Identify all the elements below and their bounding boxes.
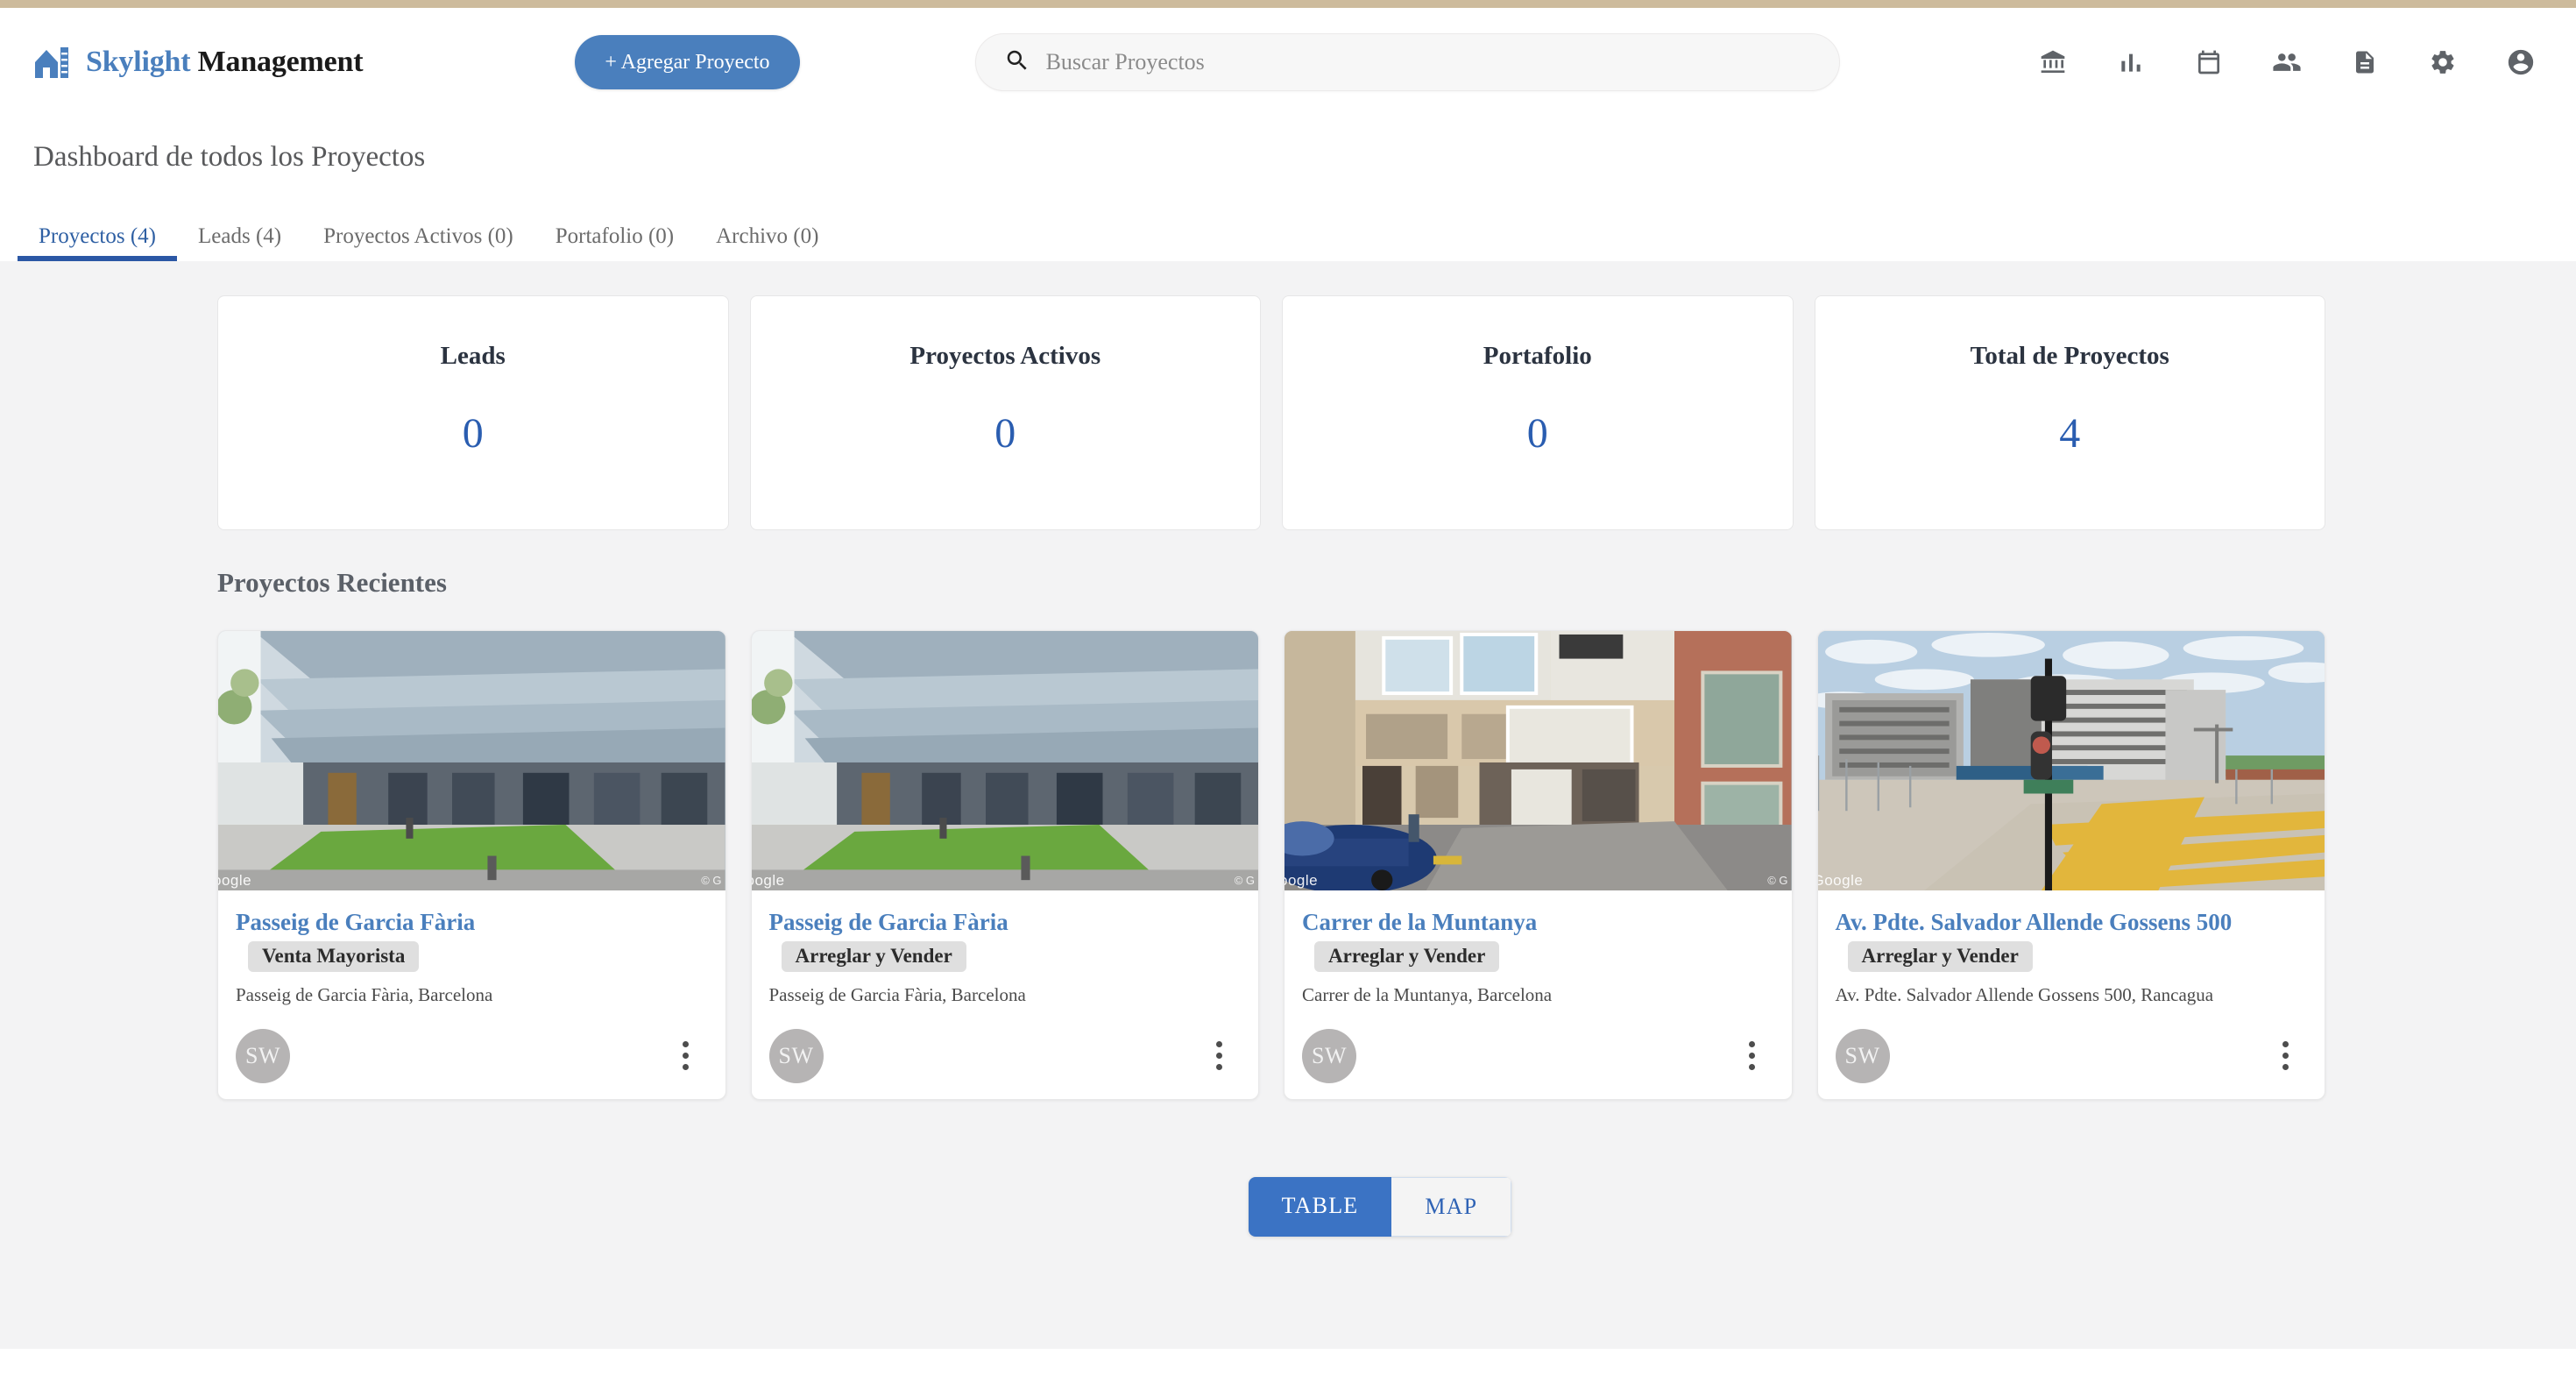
project-type-badge: Venta Mayorista <box>248 940 420 972</box>
project-card[interactable]: oogle © G Carrer de la Muntanya Arreglar… <box>1284 630 1793 1100</box>
google-watermark: oogle <box>218 872 252 889</box>
google-watermark: oogle <box>752 872 785 889</box>
header-icon-bar <box>2038 47 2544 77</box>
house-building-icon <box>33 45 70 80</box>
project-card[interactable]: Google Av. Pdte. Salvador Allende Gossen… <box>1816 630 2325 1100</box>
view-toggle-map[interactable]: MAP <box>1391 1176 1512 1237</box>
avatar[interactable]: SW <box>1302 1028 1356 1083</box>
tab-leads[interactable]: Leads (4) <box>177 224 302 261</box>
page-title: Dashboard de todos los Proyectos <box>33 141 426 173</box>
stat-title: Portafolio <box>1483 342 1592 370</box>
project-type-badge: Arreglar y Vender <box>1847 940 2033 972</box>
search-input[interactable] <box>1045 49 1811 75</box>
stat-card-row: Leads 0 Proyectos Activos 0 Portafolio 0… <box>217 295 2543 530</box>
search-icon <box>1004 47 1030 78</box>
gear-icon[interactable] <box>2428 47 2458 77</box>
project-badge-row: Venta Mayorista <box>236 940 708 972</box>
project-badge-row: Arreglar y Vender <box>1302 940 1774 972</box>
project-card-footer: SW <box>1835 1006 2308 1083</box>
main-content: Leads 0 Proyectos Activos 0 Portafolio 0… <box>0 261 2576 1349</box>
project-badge-row: Arreglar y Vender <box>769 940 1242 972</box>
project-thumbnail[interactable]: oogle © G <box>1284 631 1792 890</box>
project-name[interactable]: Passeig de Garcia Fària <box>236 909 708 936</box>
project-address: Passeig de Garcia Fària, Barcelona <box>768 983 1026 1005</box>
project-name[interactable]: Carrer de la Muntanya <box>1302 909 1774 936</box>
avatar[interactable]: SW <box>768 1028 824 1083</box>
project-card-grid: oogle © G Passeig de Garcia Fària Venta … <box>217 630 2543 1100</box>
project-address: Carrer de la Muntanya, Barcelona <box>1302 983 1553 1005</box>
document-icon[interactable] <box>2350 47 2380 77</box>
stat-value: 0 <box>1526 410 1548 457</box>
page-title-bar: Dashboard de todos los Proyectos <box>0 117 2576 174</box>
brand-name-secondary: Management <box>197 46 364 78</box>
project-card-footer: SW <box>1302 1006 1774 1083</box>
image-attribution: © G <box>1234 874 1255 887</box>
project-thumbnail[interactable]: oogle © G <box>218 631 725 890</box>
project-card[interactable]: oogle © G Passeig de Garcia Fària Arregl… <box>750 630 1259 1100</box>
project-thumbnail[interactable]: oogle © G <box>751 631 1258 890</box>
project-type-badge: Arreglar y Vender <box>781 940 966 972</box>
stat-title: Total de Proyectos <box>1970 342 2169 370</box>
avatar[interactable]: SW <box>236 1028 290 1083</box>
project-badge-row: Arreglar y Vender <box>1836 940 2308 972</box>
stat-card-total-proyectos: Total de Proyectos 4 <box>1814 295 2325 530</box>
project-name[interactable]: Passeig de Garcia Fària <box>769 909 1242 936</box>
stat-title: Leads <box>440 342 506 370</box>
view-toggle: TABLE MAP <box>1248 1176 1512 1237</box>
more-options-icon[interactable] <box>1737 1037 1767 1075</box>
people-icon[interactable] <box>2272 47 2302 77</box>
image-attribution: © G <box>701 874 722 887</box>
google-watermark: Google <box>1818 872 1864 889</box>
google-watermark: oogle <box>1284 872 1319 889</box>
stat-value: 4 <box>2059 410 2081 457</box>
brand-name-primary: Skylight <box>86 46 191 78</box>
section-title-recent-projects: Proyectos Recientes <box>217 567 447 598</box>
tab-archivo[interactable]: Archivo (0) <box>695 224 839 261</box>
tab-portafolio[interactable]: Portafolio (0) <box>534 224 695 261</box>
stat-card-proyectos-activos: Proyectos Activos 0 <box>749 295 1261 530</box>
project-thumbnail[interactable]: Google <box>1817 631 2325 890</box>
stat-title: Proyectos Activos <box>909 342 1101 370</box>
add-project-button[interactable]: + Agregar Proyecto <box>575 35 800 89</box>
bar-chart-icon[interactable] <box>2116 47 2146 77</box>
top-accent-strip <box>0 0 2576 8</box>
stat-value: 0 <box>994 410 1016 457</box>
project-address: Av. Pdte. Salvador Allende Gossens 500, … <box>1835 983 2214 1005</box>
app-header: Skylight Management + Agregar Proyecto <box>0 8 2576 117</box>
brand-title: Skylight Management <box>86 46 364 79</box>
brand[interactable]: Skylight Management <box>33 45 364 80</box>
account-circle-icon[interactable] <box>2506 47 2536 77</box>
stat-value: 0 <box>462 410 484 457</box>
project-type-badge: Arreglar y Vender <box>1314 940 1500 972</box>
tab-bar: Proyectos (4) Leads (4) Proyectos Activo… <box>0 174 2576 261</box>
project-name[interactable]: Av. Pdte. Salvador Allende Gossens 500 <box>1836 909 2308 936</box>
calendar-icon[interactable] <box>2194 47 2224 77</box>
tab-proyectos-activos[interactable]: Proyectos Activos (0) <box>302 224 534 261</box>
stat-card-leads: Leads 0 <box>217 295 729 530</box>
search-bar[interactable] <box>974 33 1840 91</box>
project-card-footer: SW <box>768 1006 1242 1083</box>
tab-proyectos[interactable]: Proyectos (4) <box>18 224 177 261</box>
project-card-footer: SW <box>236 1006 708 1083</box>
project-card[interactable]: oogle © G Passeig de Garcia Fària Venta … <box>217 630 726 1100</box>
project-address: Passeig de Garcia Fària, Barcelona <box>236 983 493 1005</box>
view-toggle-table[interactable]: TABLE <box>1248 1176 1392 1237</box>
avatar[interactable]: SW <box>1835 1028 1890 1083</box>
stat-card-portafolio: Portafolio 0 <box>1282 295 1794 530</box>
more-options-icon[interactable] <box>1204 1037 1234 1075</box>
more-options-icon[interactable] <box>2270 1037 2300 1075</box>
bank-icon[interactable] <box>2038 47 2068 77</box>
more-options-icon[interactable] <box>671 1037 701 1075</box>
image-attribution: © G <box>1767 874 1788 887</box>
view-toggle-wrap: TABLE MAP <box>217 1176 2543 1237</box>
